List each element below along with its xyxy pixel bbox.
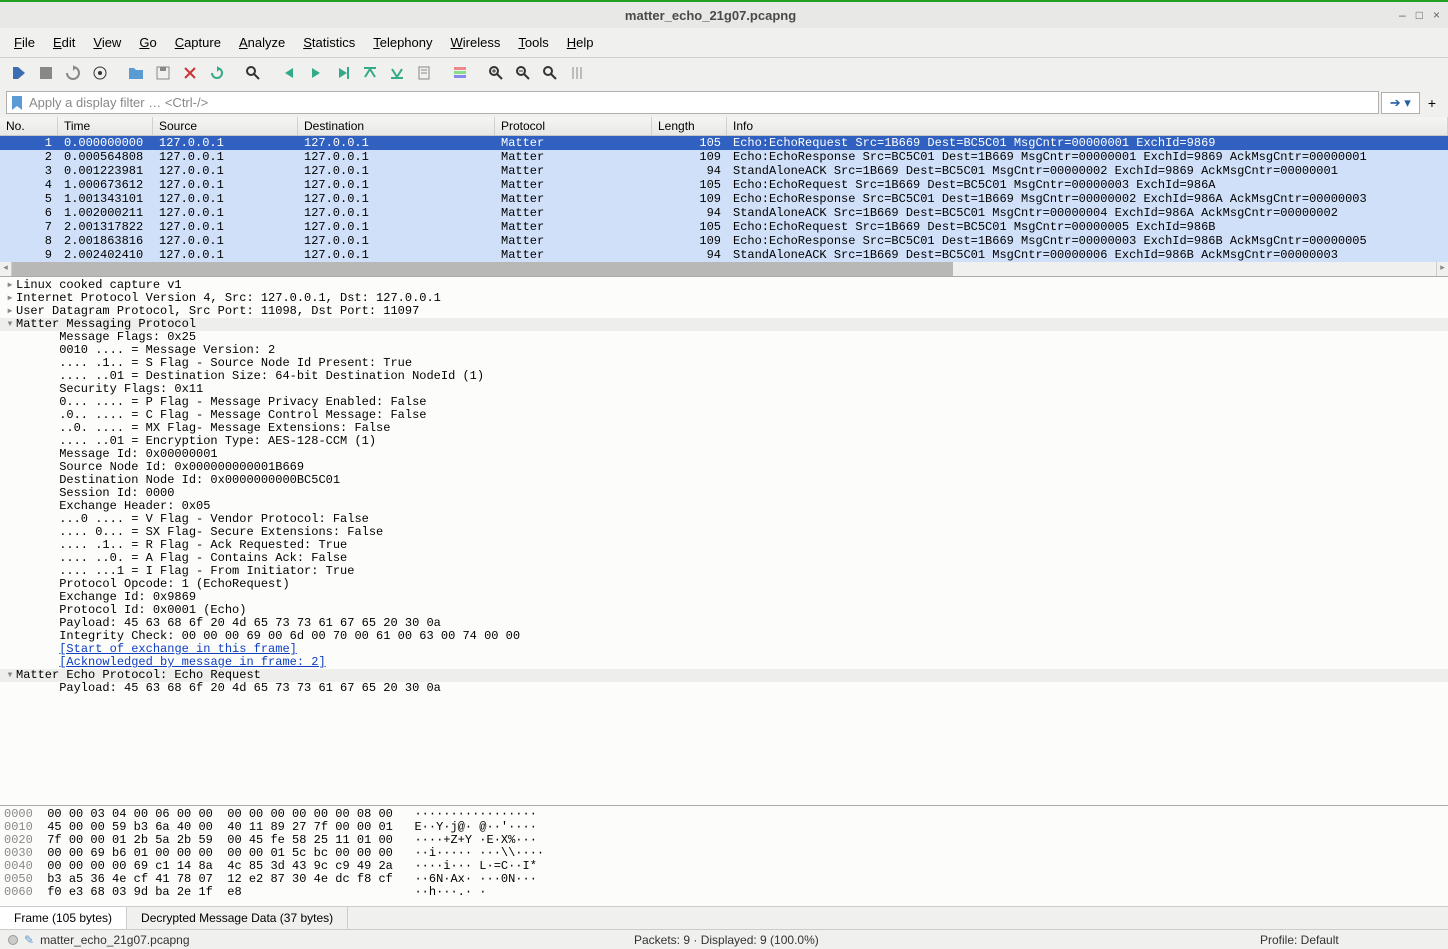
zoom-out-icon[interactable]	[510, 60, 536, 86]
menu-analyze[interactable]: Analyze	[231, 32, 293, 53]
menu-wireless[interactable]: Wireless	[443, 32, 509, 53]
packet-details-pane[interactable]: ▸Linux cooked capture v1▸Internet Protoc…	[0, 277, 1448, 806]
menu-tools[interactable]: Tools	[510, 32, 556, 53]
packet-row[interactable]: 10.000000000127.0.0.1127.0.0.1Matter105E…	[0, 136, 1448, 150]
menu-capture[interactable]: Capture	[167, 32, 229, 53]
capture-file-properties-icon[interactable]: ✎	[24, 933, 34, 947]
display-filter-wrap[interactable]	[6, 91, 1379, 114]
main-toolbar	[0, 58, 1448, 88]
start-capture-icon[interactable]	[6, 60, 32, 86]
packet-row[interactable]: 72.001317822127.0.0.1127.0.0.1Matter105E…	[0, 220, 1448, 234]
maximize-icon[interactable]: □	[1416, 8, 1423, 22]
zoom-in-icon[interactable]	[483, 60, 509, 86]
titlebar: matter_echo_21g07.pcapng – □ ×	[0, 0, 1448, 28]
menubar: FileEditViewGoCaptureAnalyzeStatisticsTe…	[0, 28, 1448, 58]
go-forward-icon[interactable]	[303, 60, 329, 86]
detail-row[interactable]: Destination Node Id: 0x0000000000BC5C01	[0, 474, 1448, 487]
auto-scroll-icon[interactable]	[411, 60, 437, 86]
status-profile[interactable]: Profile: Default	[1260, 933, 1440, 947]
menu-statistics[interactable]: Statistics	[295, 32, 363, 53]
menu-help[interactable]: Help	[559, 32, 602, 53]
window-title: matter_echo_21g07.pcapng	[22, 8, 1399, 23]
go-first-icon[interactable]	[357, 60, 383, 86]
bookmark-icon[interactable]	[11, 96, 25, 110]
packet-list-header[interactable]: No. Time Source Destination Protocol Len…	[0, 117, 1448, 136]
resize-columns-icon[interactable]	[564, 60, 590, 86]
col-time[interactable]: Time	[58, 117, 153, 135]
capture-options-icon[interactable]	[87, 60, 113, 86]
menu-telephony[interactable]: Telephony	[365, 32, 440, 53]
packet-rows[interactable]: 10.000000000127.0.0.1127.0.0.1Matter105E…	[0, 136, 1448, 262]
apply-filter-button[interactable]: ➔ ▾	[1381, 92, 1420, 114]
minimize-icon[interactable]: –	[1399, 8, 1406, 22]
status-packets: Packets: 9 · Displayed: 9 (100.0%)	[634, 933, 1260, 947]
go-last-icon[interactable]	[384, 60, 410, 86]
go-to-packet-icon[interactable]	[330, 60, 356, 86]
col-length[interactable]: Length	[652, 117, 727, 135]
packet-row[interactable]: 51.001343101127.0.0.1127.0.0.1Matter109E…	[0, 192, 1448, 206]
expert-info-icon[interactable]	[8, 935, 18, 945]
zoom-reset-icon[interactable]	[537, 60, 563, 86]
close-icon[interactable]: ×	[1433, 8, 1440, 22]
packet-row[interactable]: 30.001223981127.0.0.1127.0.0.1Matter94St…	[0, 164, 1448, 178]
display-filter-input[interactable]	[25, 94, 1374, 111]
col-destination[interactable]: Destination	[298, 117, 495, 135]
add-filter-button[interactable]: +	[1422, 93, 1442, 113]
bytes-tabs: Frame (105 bytes) Decrypted Message Data…	[0, 906, 1448, 929]
detail-row[interactable]: Protocol Opcode: 1 (EchoRequest)	[0, 578, 1448, 591]
packet-row[interactable]: 92.002402410127.0.0.1127.0.0.1Matter94St…	[0, 248, 1448, 262]
packet-row[interactable]: 20.000564808127.0.0.1127.0.0.1Matter109E…	[0, 150, 1448, 164]
colorize-icon[interactable]	[447, 60, 473, 86]
close-file-icon[interactable]	[177, 60, 203, 86]
hex-row[interactable]: 0060 f0 e3 68 03 9d ba 2e 1f e8 ··h···.·…	[4, 886, 1444, 899]
detail-row[interactable]: .... ..01 = Destination Size: 64-bit Des…	[0, 370, 1448, 383]
find-icon[interactable]	[240, 60, 266, 86]
display-filter-bar: ➔ ▾ +	[0, 88, 1448, 117]
col-source[interactable]: Source	[153, 117, 298, 135]
status-file: matter_echo_21g07.pcapng	[40, 933, 189, 947]
detail-row[interactable]: ▾Matter Messaging Protocol	[0, 318, 1448, 331]
horizontal-scrollbar[interactable]: ◂ ▸	[0, 262, 1448, 276]
packet-row[interactable]: 82.001863816127.0.0.1127.0.0.1Matter109E…	[0, 234, 1448, 248]
stop-capture-icon[interactable]	[33, 60, 59, 86]
detail-row[interactable]: Payload: 45 63 68 6f 20 4d 65 73 73 61 6…	[0, 682, 1448, 695]
menu-go[interactable]: Go	[131, 32, 164, 53]
menu-view[interactable]: View	[85, 32, 129, 53]
menu-file[interactable]: File	[6, 32, 43, 53]
detail-row[interactable]: ▸User Datagram Protocol, Src Port: 11098…	[0, 305, 1448, 318]
window-controls: – □ ×	[1399, 8, 1440, 22]
reload-icon[interactable]	[204, 60, 230, 86]
restart-capture-icon[interactable]	[60, 60, 86, 86]
open-file-icon[interactable]	[123, 60, 149, 86]
packet-list-pane: No. Time Source Destination Protocol Len…	[0, 117, 1448, 277]
go-back-icon[interactable]	[276, 60, 302, 86]
menu-edit[interactable]: Edit	[45, 32, 83, 53]
statusbar: ✎ matter_echo_21g07.pcapng Packets: 9 · …	[0, 929, 1448, 949]
detail-row[interactable]: Session Id: 0000	[0, 487, 1448, 500]
col-info[interactable]: Info	[727, 117, 1448, 135]
packet-row[interactable]: 61.002000211127.0.0.1127.0.0.1Matter94St…	[0, 206, 1448, 220]
packet-row[interactable]: 41.000673612127.0.0.1127.0.0.1Matter105E…	[0, 178, 1448, 192]
save-file-icon[interactable]	[150, 60, 176, 86]
tab-decrypted[interactable]: Decrypted Message Data (37 bytes)	[127, 907, 348, 929]
tab-frame[interactable]: Frame (105 bytes)	[0, 907, 127, 930]
packet-bytes-pane[interactable]: 0000 00 00 03 04 00 06 00 00 00 00 00 00…	[0, 806, 1448, 906]
col-no[interactable]: No.	[0, 117, 58, 135]
col-protocol[interactable]: Protocol	[495, 117, 652, 135]
